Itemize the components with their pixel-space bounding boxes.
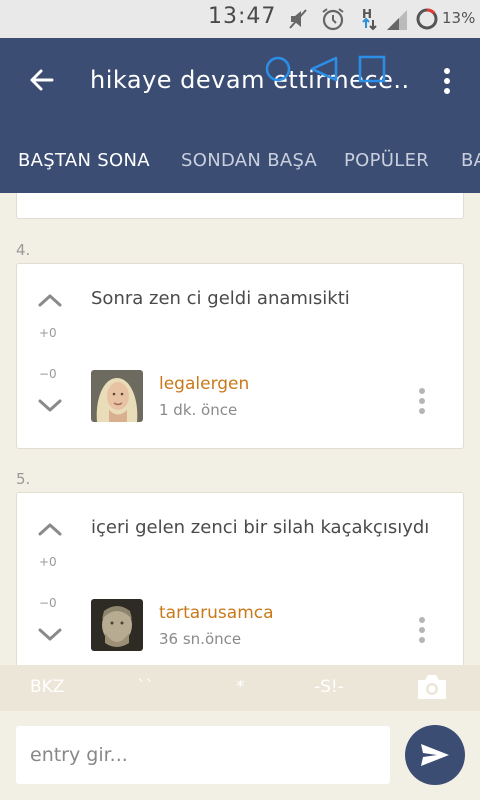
entry-number: 5. [16, 470, 31, 488]
entry-menu-icon[interactable] [415, 386, 429, 416]
spoiler-button[interactable]: -S!- [314, 677, 344, 697]
downvote-count: −0 [39, 367, 57, 381]
downvote-count: −0 [39, 596, 57, 610]
entry-card: +0 −0 Sonra zen ci geldi anamısikti lega… [16, 263, 464, 449]
entry-composer [0, 711, 480, 800]
entry-number: 4. [16, 241, 31, 259]
backtick-button[interactable]: `` [137, 677, 154, 697]
tab-populer[interactable]: POPÜLER [344, 150, 429, 171]
entry-time: 36 sn.önce [159, 630, 242, 648]
status-time: 13:47 [208, 4, 277, 29]
upvote-count: +0 [39, 555, 57, 569]
author-link[interactable]: legalergen [159, 374, 249, 394]
tab-bar: BAŞTAN SONA SONDAN BAŞA POPÜLER BA [0, 138, 480, 193]
downvote-chevron-icon[interactable] [37, 398, 63, 414]
status-bar: 13:47 H 13% [0, 0, 480, 38]
entry-menu-icon[interactable] [415, 615, 429, 645]
woman-avatar-icon[interactable] [91, 370, 143, 422]
signal-icon [387, 10, 407, 30]
tab-partial[interactable]: BA [461, 150, 480, 171]
battery-ring-icon [416, 8, 438, 30]
upvote-count: +0 [39, 326, 57, 340]
back-arrow-icon[interactable] [26, 64, 58, 96]
alarm-icon [322, 8, 344, 31]
battery-percent: 13% [442, 9, 476, 27]
format-toolbar: BKZ `` * -S!- [0, 665, 480, 711]
app-bar: hikaye devam ettirmece... BAŞTAN SONA SO… [0, 38, 480, 193]
entry-text: Sonra zen ci geldi anamısikti [91, 288, 350, 309]
entry-text: içeri gelen zenci bir silah kaçakçısıydı [91, 517, 430, 538]
send-button[interactable] [405, 725, 465, 785]
send-icon [421, 744, 449, 766]
previous-entry-card [16, 193, 464, 219]
overflow-menu-icon[interactable] [436, 66, 458, 96]
entry-card: +0 −0 içeri gelen zenci bir silah kaçakç… [16, 492, 464, 665]
upvote-chevron-icon[interactable] [37, 521, 63, 537]
entry-input[interactable] [16, 726, 390, 784]
mute-icon [289, 9, 307, 29]
upvote-chevron-icon[interactable] [37, 292, 63, 308]
bkz-button[interactable]: BKZ [30, 677, 64, 697]
statue-avatar-icon[interactable] [91, 599, 143, 651]
downvote-chevron-icon[interactable] [37, 627, 63, 643]
camera-icon[interactable] [416, 673, 448, 701]
tab-sondan-basa[interactable]: SONDAN BAŞA [181, 150, 317, 171]
tab-bastan-sona[interactable]: BAŞTAN SONA [18, 150, 150, 171]
entry-list: 4. +0 −0 Sonra zen ci geldi anamısikti l… [0, 193, 480, 665]
system-nav-overlay-icon [265, 55, 386, 83]
author-link[interactable]: tartarusamca [159, 603, 274, 623]
star-button[interactable]: * [236, 677, 245, 697]
entry-time: 1 dk. önce [159, 401, 238, 419]
data-hspa-icon: H [362, 7, 377, 31]
